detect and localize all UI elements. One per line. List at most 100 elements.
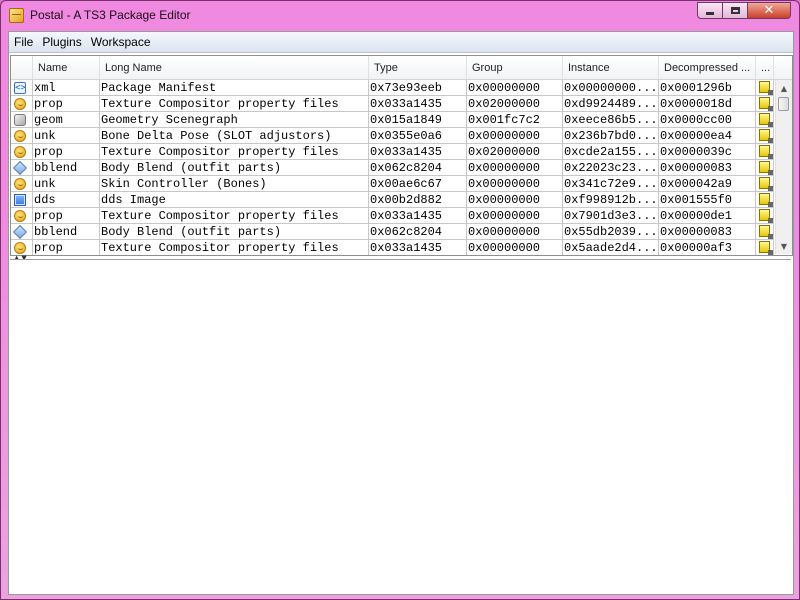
- cell-instance: 0x00000000...: [563, 80, 659, 96]
- row-notes-cell[interactable]: [756, 160, 774, 176]
- property-resource-icon: [14, 146, 26, 158]
- row-icon-cell: [11, 176, 33, 192]
- scroll-up-icon[interactable]: ▲: [776, 80, 792, 96]
- column-header-group[interactable]: Group: [467, 56, 563, 79]
- vertical-scrollbar[interactable]: ▲ ▼: [775, 80, 792, 254]
- table-row[interactable]: prop Texture Compositor property files 0x0…: [11, 208, 774, 224]
- row-notes-cell[interactable]: [756, 80, 774, 96]
- menu-file[interactable]: File: [10, 35, 37, 49]
- grid-header: Name Long Name Type Group Instance Decom…: [11, 56, 792, 80]
- geometry-resource-icon: [14, 114, 26, 126]
- table-row[interactable]: bblend Body Blend (outfit parts) 0x062c820…: [11, 160, 774, 176]
- maximize-button[interactable]: [722, 2, 748, 19]
- grid-rows: xmlPackage Manifest0x73e93eeb0x000000000…: [11, 80, 774, 255]
- cell-long-name: Skin Controller (Bones): [100, 176, 369, 192]
- xml-resource-icon: [14, 80, 26, 95]
- row-icon-cell: [11, 208, 33, 224]
- cell-name: prop: [33, 144, 100, 160]
- row-icon-cell: [11, 192, 33, 208]
- cell-instance: 0xf998912b...: [563, 192, 659, 208]
- cell-instance: 0xeece86b5...: [563, 112, 659, 128]
- notes-icon: [759, 129, 773, 143]
- notes-icon: [759, 161, 773, 175]
- cell-decompressed: 0x0000039c: [659, 144, 756, 160]
- cell-name: prop: [33, 208, 100, 224]
- column-header-long-name[interactable]: Long Name: [100, 56, 369, 79]
- column-header-icon[interactable]: [11, 56, 33, 79]
- title-bar[interactable]: Postal - A TS3 Package Editor ✕: [1, 1, 799, 31]
- client-area: File Plugins Workspace Name Long Name Ty…: [8, 31, 794, 595]
- cell-instance: 0xcde2a155...: [563, 144, 659, 160]
- table-row[interactable]: xmlPackage Manifest0x73e93eeb0x000000000…: [11, 80, 774, 96]
- property-resource-icon: [14, 130, 26, 142]
- row-icon-cell: [11, 96, 33, 112]
- column-header-decompressed[interactable]: Decompressed ...: [659, 56, 756, 79]
- menu-plugins[interactable]: Plugins: [38, 35, 85, 49]
- table-row[interactable]: bblend Body Blend (outfit parts) 0x062c820…: [11, 224, 774, 240]
- cell-instance: 0x7901d3e3...: [563, 208, 659, 224]
- row-icon-cell: [11, 128, 33, 144]
- table-row[interactable]: prop Texture Compositor property files 0x0…: [11, 144, 774, 160]
- cell-type: 0x015a1849: [369, 112, 467, 128]
- scroll-down-icon[interactable]: ▼: [776, 238, 792, 254]
- cell-type: 0x033a1435: [369, 208, 467, 224]
- property-resource-icon: [14, 98, 26, 110]
- cell-name: prop: [33, 96, 100, 112]
- notes-icon: [759, 193, 773, 207]
- cell-name: bblend: [33, 160, 100, 176]
- cell-long-name: Body Blend (outfit parts): [100, 160, 369, 176]
- row-notes-cell[interactable]: [756, 96, 774, 112]
- cell-instance: 0x22023c23...: [563, 160, 659, 176]
- row-notes-cell[interactable]: [756, 176, 774, 192]
- row-notes-cell[interactable]: [756, 128, 774, 144]
- column-header-name[interactable]: Name: [33, 56, 100, 79]
- cell-instance: 0x55db2039...: [563, 224, 659, 240]
- cell-decompressed: 0x00000083: [659, 224, 756, 240]
- cell-long-name: Texture Compositor property files: [100, 96, 369, 112]
- preview-pane[interactable]: [10, 259, 791, 593]
- row-notes-cell[interactable]: [756, 192, 774, 208]
- table-row[interactable]: prop Texture Compositor property files 0x0…: [11, 96, 774, 112]
- cell-name: xml: [33, 80, 100, 96]
- cell-group: 0x001fc7c2: [467, 112, 563, 128]
- row-icon-cell: [11, 112, 33, 128]
- row-notes-cell[interactable]: [756, 144, 774, 160]
- scroll-thumb[interactable]: [778, 97, 789, 111]
- column-header-instance[interactable]: Instance: [563, 56, 659, 79]
- maximize-icon: [730, 7, 740, 14]
- cell-decompressed: 0x00000de1: [659, 208, 756, 224]
- notes-icon: [759, 209, 773, 223]
- cell-long-name: Body Blend (outfit parts): [100, 224, 369, 240]
- table-row[interactable]: geom Geometry Scenegraph 0x015a1849 0x001fc…: [11, 112, 774, 128]
- close-icon: ✕: [763, 3, 775, 18]
- cell-type: 0x033a1435: [369, 144, 467, 160]
- column-header-more[interactable]: ...: [756, 56, 774, 79]
- cell-long-name: Package Manifest: [100, 80, 369, 96]
- cell-decompressed: 0x001555f0: [659, 192, 756, 208]
- cell-decompressed: 0x0001296b: [659, 80, 756, 96]
- body-blend-resource-icon: [12, 160, 28, 175]
- menu-bar: File Plugins Workspace: [9, 32, 793, 53]
- notes-icon: [759, 225, 773, 239]
- cell-type: 0x0355e0a6: [369, 128, 467, 144]
- resource-grid[interactable]: Name Long Name Type Group Instance Decom…: [10, 55, 793, 256]
- close-button[interactable]: ✕: [747, 2, 791, 19]
- column-header-type[interactable]: Type: [369, 56, 467, 79]
- row-icon-cell: [11, 144, 33, 160]
- row-notes-cell[interactable]: [756, 112, 774, 128]
- notes-icon: [759, 113, 773, 127]
- cell-type: 0x73e93eeb: [369, 80, 467, 96]
- cell-decompressed: 0x00000ea4: [659, 128, 756, 144]
- cell-type: 0x00b2d882: [369, 192, 467, 208]
- cell-name: unk: [33, 176, 100, 192]
- minimize-button[interactable]: [697, 2, 723, 19]
- row-notes-cell[interactable]: [756, 208, 774, 224]
- table-row[interactable]: dds dds Image 0x00b2d882 0x00000000 0xf99891…: [11, 192, 774, 208]
- cell-decompressed: 0x0000018d: [659, 96, 756, 112]
- table-row[interactable]: unk Skin Controller (Bones) 0x00ae6c67 0x00…: [11, 176, 774, 192]
- property-resource-icon: [14, 210, 26, 222]
- table-row[interactable]: unk Bone Delta Pose (SLOT adjustors) 0x035…: [11, 128, 774, 144]
- cell-name: geom: [33, 112, 100, 128]
- menu-workspace[interactable]: Workspace: [87, 35, 155, 49]
- row-notes-cell[interactable]: [756, 224, 774, 240]
